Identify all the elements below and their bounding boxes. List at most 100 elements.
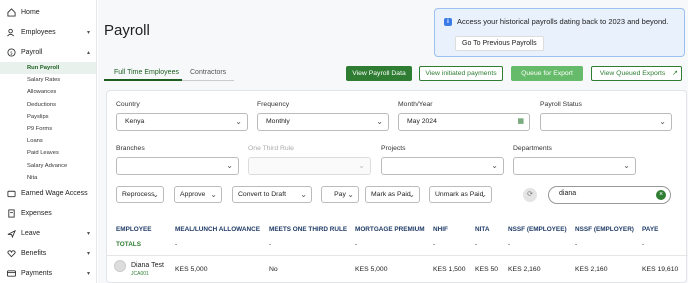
sidebar-subitem-allowances[interactable]: Allowances <box>0 86 96 98</box>
tab-contractors[interactable]: Contractors <box>190 69 226 76</box>
clear-search-icon[interactable]: × <box>656 190 666 200</box>
unmark-as-paid-dropdown[interactable]: Unmark as Paid ⌄ <box>429 186 492 203</box>
pay-label: Pay <box>334 191 346 198</box>
chevron-down-icon: ⌄ <box>152 190 159 199</box>
sidebar-item-label: Expenses <box>21 210 52 218</box>
sidebar-item-payments[interactable]: Payments ▾ <box>0 264 96 283</box>
sidebar-item-benefits[interactable]: Benefits ▾ <box>0 244 96 264</box>
heart-icon <box>7 249 16 258</box>
payroll-status-select[interactable]: ⌄ <box>540 113 672 131</box>
country-value: Kenya <box>125 118 145 125</box>
chevron-down-icon: ⌄ <box>235 117 242 126</box>
sidebar-item-leave[interactable]: Leave ▾ <box>0 224 96 244</box>
pay-dropdown[interactable]: Pay ⌄ <box>321 186 359 203</box>
chevron-down-icon: ▾ <box>86 29 90 36</box>
home-icon <box>7 7 16 17</box>
receipt-icon <box>7 209 16 218</box>
departments-select[interactable]: ⌄ <box>513 157 636 175</box>
search-value: diana <box>559 190 577 197</box>
chevron-down-icon: ⌄ <box>226 161 233 170</box>
money-icon: $ <box>7 47 16 57</box>
sidebar-item-home[interactable]: Home <box>0 2 96 22</box>
sidebar-item-employees[interactable]: Employees ▾ <box>0 22 96 42</box>
chevron-down-icon: ⌄ <box>347 190 354 199</box>
view-payroll-data-button[interactable]: View Payroll Data <box>346 66 412 81</box>
chevron-down-icon: ⌄ <box>491 161 498 170</box>
sidebar-item-label: Employees <box>21 28 56 36</box>
totals-cell: - <box>433 241 436 248</box>
tab-full-time-employees[interactable]: Full Time Employees <box>114 69 179 76</box>
reprocess-dropdown[interactable]: Reprocess ⌄ <box>116 186 164 203</box>
totals-cell: - <box>508 241 511 248</box>
mark-as-paid-dropdown[interactable]: Mark as Paid ⌄ <box>365 186 420 203</box>
sidebar-item-expenses[interactable]: Expenses <box>0 204 96 224</box>
table-cell: No <box>269 266 278 273</box>
chevron-down-icon: ▾ <box>86 231 90 238</box>
wallet-icon <box>7 189 16 198</box>
sidebar-subitem-payslips[interactable]: Payslips <box>0 111 96 123</box>
branches-label: Branches <box>116 145 145 152</box>
chevron-down-icon: ⌄ <box>210 190 217 199</box>
sidebar-subitem-run-payroll[interactable]: Run Payroll <box>0 62 96 75</box>
column-header-nita: NITA <box>475 226 490 233</box>
avatar <box>114 260 126 272</box>
unmark-as-paid-label: Unmark as Paid <box>435 191 484 198</box>
go-to-previous-payrolls-button[interactable]: Go To Previous Payrolls <box>455 36 544 51</box>
view-initiated-payments-button[interactable]: View initiated payments <box>419 66 503 81</box>
mark-as-paid-label: Mark as Paid <box>371 191 411 198</box>
sidebar-item-earned-wage-access[interactable]: Earned Wage Access <box>0 184 96 204</box>
queue-for-export-button[interactable]: Queue for Export <box>511 66 583 81</box>
sidebar-subitem-p9-forms[interactable]: P9 Forms <box>0 123 96 135</box>
page-title: Payroll <box>104 22 150 39</box>
approve-label: Approve <box>180 191 206 198</box>
main-content: Payroll i Access your historical payroll… <box>98 0 688 283</box>
one-third-rule-label: One Third Rule <box>248 145 294 152</box>
view-queued-exports-button[interactable]: View Queued Exports ↗ <box>591 66 682 81</box>
column-header-employee: EMPLOYEE <box>116 226 152 233</box>
column-header-paye: PAYE <box>642 226 659 233</box>
chevron-up-icon: ▴ <box>86 49 90 56</box>
sidebar-item-label: Earned Wage Access <box>21 190 88 198</box>
approve-dropdown[interactable]: Approve ⌄ <box>174 186 222 203</box>
card-icon <box>7 269 16 278</box>
one-third-rule-select: ⌄ <box>248 157 371 175</box>
sidebar-subitem-paid-leaves[interactable]: Paid Leaves <box>0 147 96 159</box>
column-header-mortgage-premium: MORTGAGE PREMIUM <box>355 226 425 233</box>
sidebar-subitem-loans[interactable]: Loans <box>0 135 96 147</box>
sidebar-subitem-deductions[interactable]: Deductions <box>0 99 96 111</box>
column-header-meal-lunch-allowance: MEAL/LUNCH ALLOWANCE <box>175 226 260 233</box>
convert-to-draft-dropdown[interactable]: Convert to Draft ⌄ <box>232 186 312 203</box>
external-link-icon: ↗ <box>672 70 678 77</box>
search-toggle-icon[interactable]: ⟳ <box>523 188 537 202</box>
frequency-label: Frequency <box>257 101 290 108</box>
reprocess-label: Reprocess <box>122 191 155 198</box>
svg-text:$: $ <box>10 50 13 56</box>
row-divider <box>106 255 688 256</box>
branches-select[interactable]: ⌄ <box>116 157 239 175</box>
sidebar-subitem-salary-advance[interactable]: Salary Advance <box>0 160 96 172</box>
table-cell: KES 5,000 <box>355 266 388 273</box>
column-header-meets-one-third-rule: MEETS ONE THIRD RULE <box>269 226 348 233</box>
sidebar: Home Employees ▾ $ Payroll ▴ Run Payroll… <box>0 0 97 283</box>
month-year-picker[interactable]: May 2024 ▦ <box>398 113 530 131</box>
chevron-down-icon: ▾ <box>86 251 90 258</box>
month-year-value: May 2024 <box>407 118 437 125</box>
chevron-down-icon: ⌄ <box>623 161 630 170</box>
sidebar-item-label: Payments <box>21 270 53 278</box>
totals-cell: - <box>175 241 178 248</box>
convert-to-draft-label: Convert to Draft <box>238 191 286 198</box>
projects-select[interactable]: ⌄ <box>381 157 504 175</box>
table-cell: KES 1,500 <box>433 266 466 273</box>
sidebar-subitem-nita[interactable]: Nita <box>0 172 96 184</box>
frequency-select[interactable]: Monthly ⌄ <box>257 113 389 131</box>
sidebar-item-payroll[interactable]: $ Payroll ▴ <box>0 42 96 62</box>
view-queued-exports-label: View Queued Exports <box>599 70 666 77</box>
info-banner: i Access your historical payrolls dating… <box>434 8 685 57</box>
employee-name[interactable]: Diana Test <box>131 262 164 269</box>
totals-label: TOTALS <box>116 241 141 248</box>
totals-cell: - <box>475 241 478 248</box>
totals-cell: - <box>355 241 358 248</box>
sidebar-subitem-salary-rates[interactable]: Salary Rates <box>0 74 96 86</box>
search-input[interactable]: diana × <box>548 186 671 204</box>
country-select[interactable]: Kenya ⌄ <box>116 113 248 131</box>
